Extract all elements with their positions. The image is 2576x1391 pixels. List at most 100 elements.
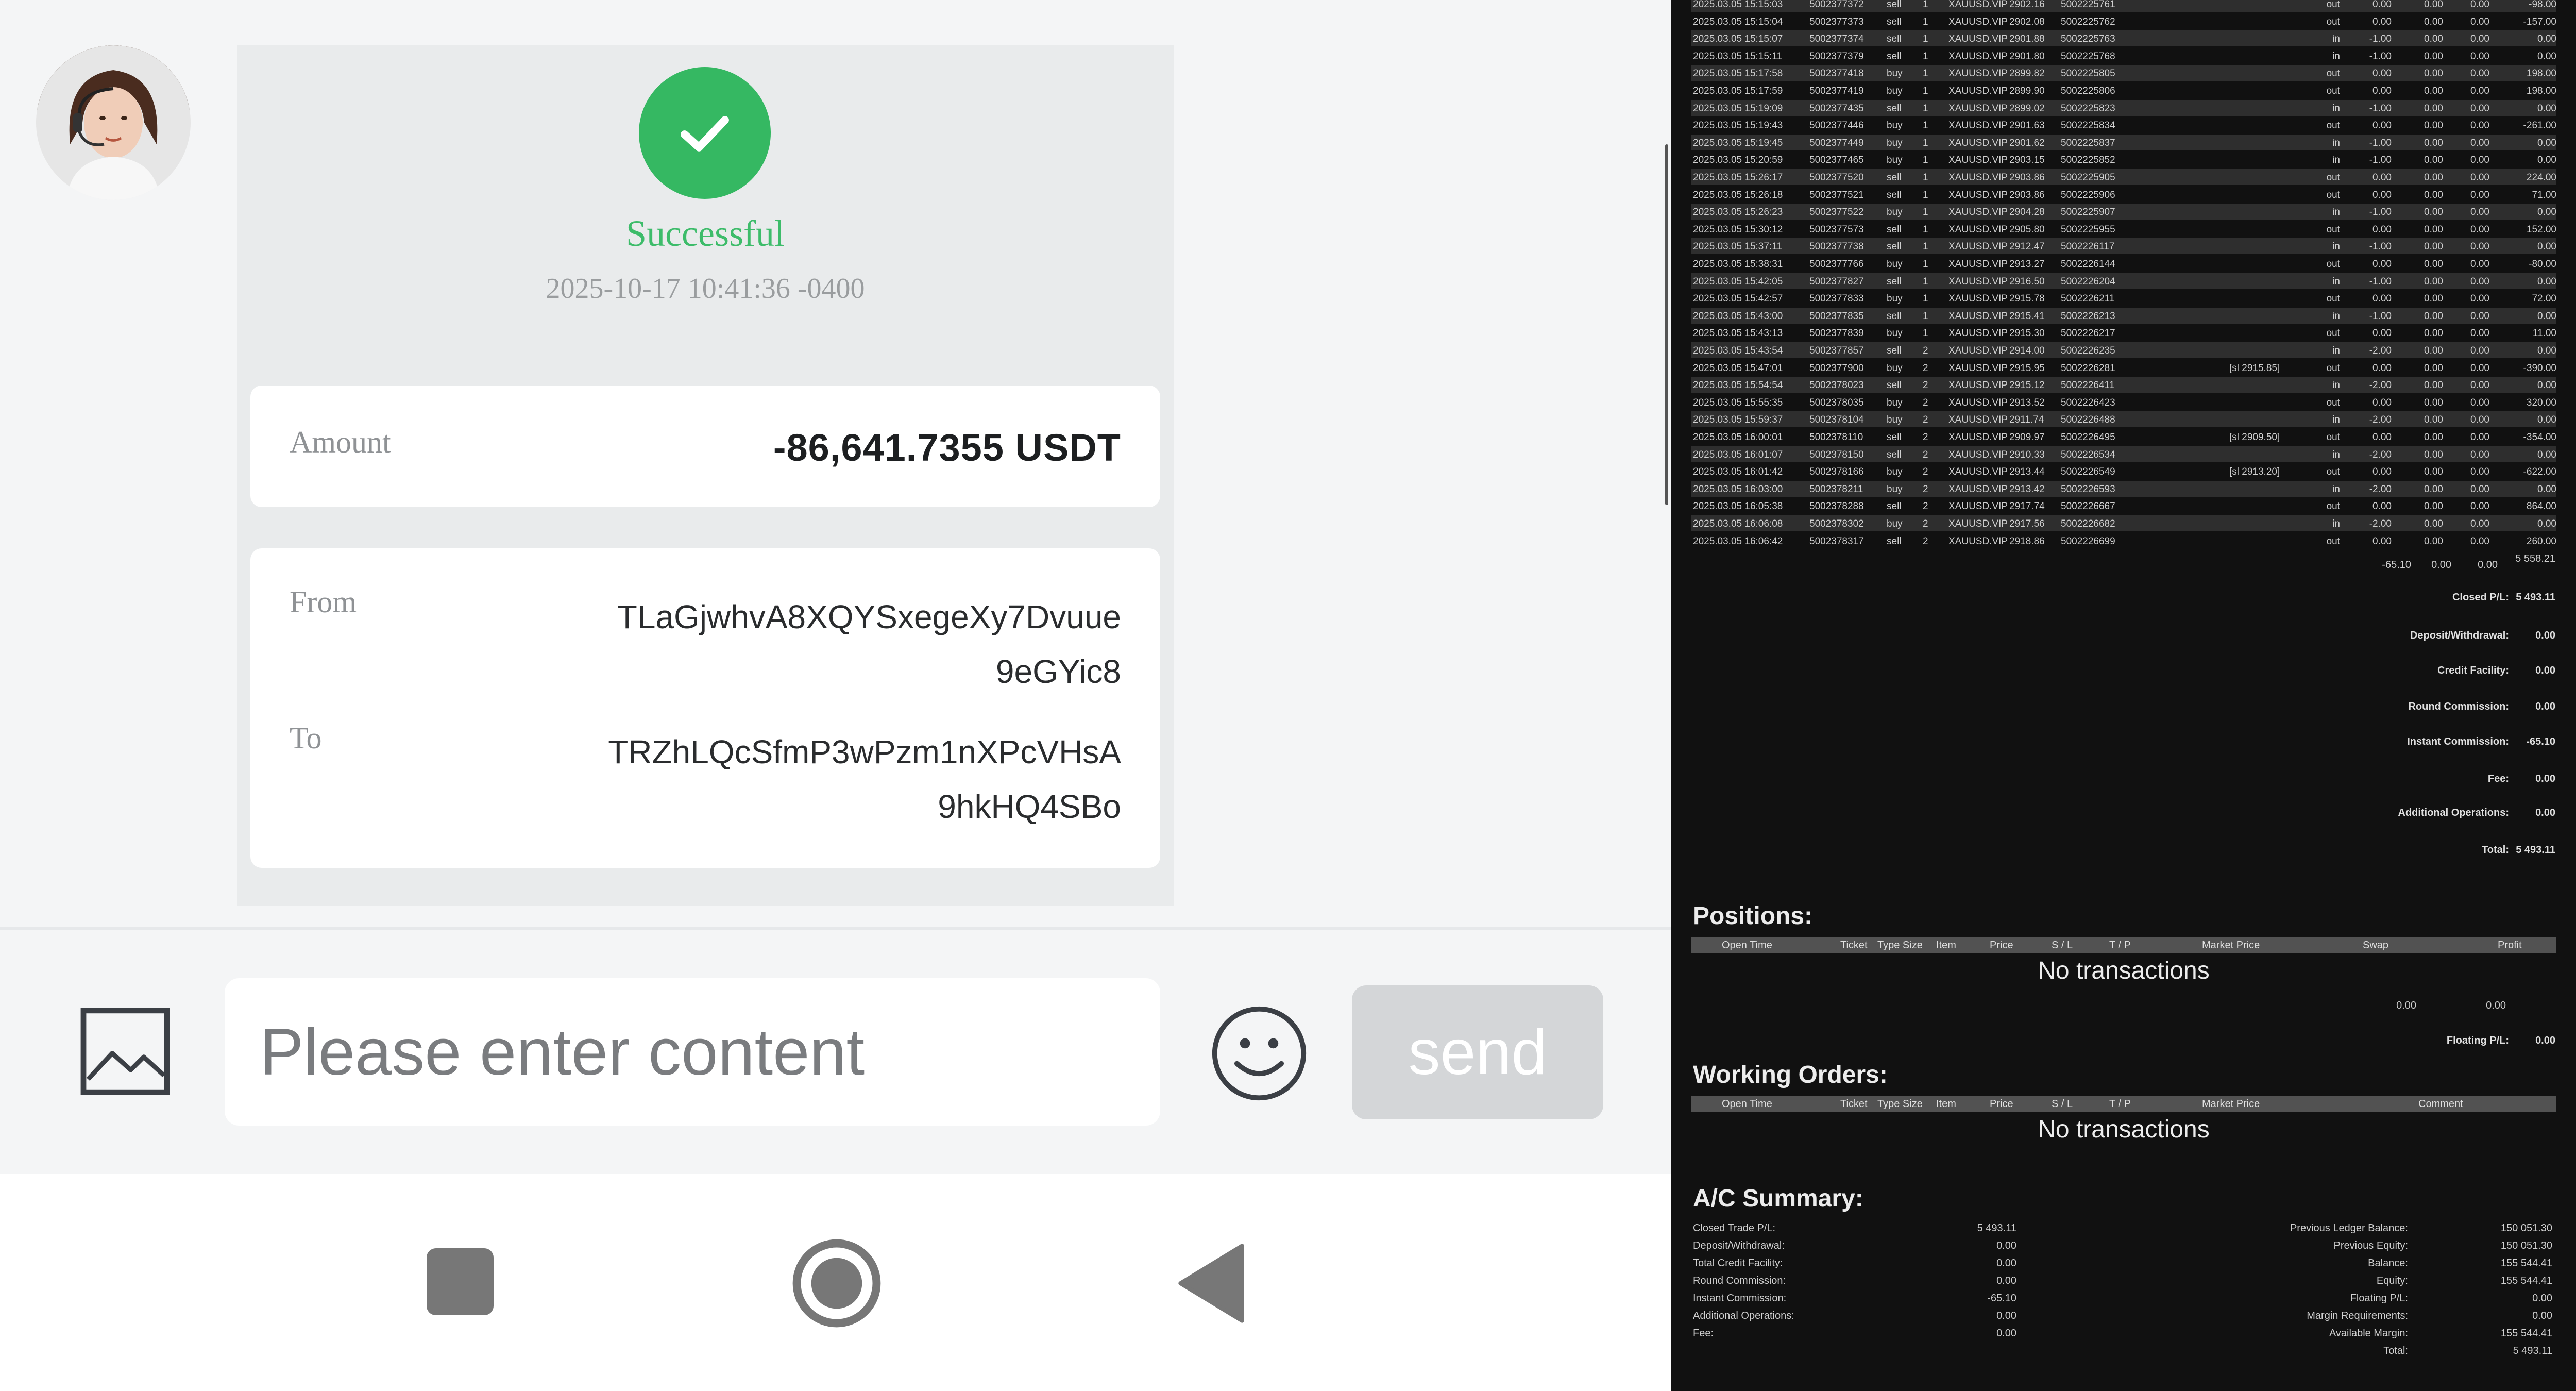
deal-cell: -1.00 xyxy=(2369,155,2392,166)
deal-cell: 2915.95 xyxy=(2009,362,2045,374)
deal-cell: 0.00 xyxy=(2537,380,2556,391)
send-button[interactable]: send xyxy=(1352,985,1603,1119)
image-icon[interactable] xyxy=(77,1005,173,1098)
deal-row: 2025.03.05 15:26:18 5002377521 sell 1 XAUUSD… xyxy=(1691,187,2556,203)
deal-cell: 5002226549 xyxy=(2061,466,2115,478)
deal-row: 2025.03.05 16:03:00 5002378211 buy 2 XAUUSD.… xyxy=(1691,480,2556,497)
scrollbar[interactable] xyxy=(1665,144,1668,505)
deal-cell: 0.00 xyxy=(2372,328,2392,339)
deal-cell: XAUUSD.VIP xyxy=(1948,241,2008,253)
deal-cell: 5002377465 xyxy=(1809,155,1864,166)
closed-summary-value: 0.00 xyxy=(2535,665,2555,676)
status-text: Successful xyxy=(626,213,785,254)
deal-cell: 5002377373 xyxy=(1809,16,1864,27)
deal-cell: XAUUSD.VIP xyxy=(1948,120,2008,131)
deal-cell: 5002377766 xyxy=(1809,259,1864,270)
deal-cell: 5002377573 xyxy=(1809,224,1864,235)
deal-cell: -98.00 xyxy=(2529,0,2556,10)
deal-cell: 5002226495 xyxy=(2061,432,2115,443)
ac-right-label: Previous Ledger Balance: xyxy=(2290,1222,2408,1234)
deal-cell: 5002377738 xyxy=(1809,241,1864,253)
deal-cell: 2911.74 xyxy=(2009,414,2044,426)
working-orders-header-cell: Price xyxy=(1990,1098,2013,1110)
deal-cell: 2 xyxy=(1923,449,1928,460)
deal-cell: 5002378035 xyxy=(1809,397,1864,408)
ac-left-value: 5 493.11 xyxy=(1977,1222,2016,1234)
deal-cell: 5002377835 xyxy=(1809,310,1864,322)
deal-cell: sell xyxy=(1887,345,1902,356)
deal-cell: 2912.47 xyxy=(2009,241,2045,253)
working-orders-header-cell: Ticket xyxy=(1840,1098,1868,1110)
deal-cell: 2916.50 xyxy=(2009,276,2045,287)
deal-cell: 0.00 xyxy=(2537,276,2556,287)
nav-circle-icon[interactable] xyxy=(791,1238,882,1329)
deal-cell: 2025.03.05 15:42:05 xyxy=(1693,276,1783,287)
message-input[interactable] xyxy=(225,978,1160,1126)
deal-cell: 2 xyxy=(1923,397,1928,408)
ac-left-label: Total Credit Facility: xyxy=(1693,1258,1783,1269)
deal-row: 2025.03.05 15:37:11 5002377738 sell 1 XAUUSD… xyxy=(1691,238,2556,255)
deal-cell: 0.00 xyxy=(2372,172,2392,183)
deal-cell: XAUUSD.VIP xyxy=(1948,33,2008,45)
deal-cell: sell xyxy=(1887,51,1902,62)
deal-cell: 5002225906 xyxy=(2061,189,2115,200)
ac-left-value: -65.10 xyxy=(1987,1293,2016,1304)
deal-cell: XAUUSD.VIP xyxy=(1948,172,2008,183)
deal-cell: sell xyxy=(1887,449,1902,460)
deal-cell: XAUUSD.VIP xyxy=(1948,535,2008,547)
deal-cell: buy xyxy=(1887,466,1903,478)
deal-cell: 0.00 xyxy=(2537,155,2556,166)
deal-cell: 0.00 xyxy=(2537,51,2556,62)
deal-cell: XAUUSD.VIP xyxy=(1948,362,2008,374)
deal-cell: 5002377833 xyxy=(1809,293,1864,305)
deal-cell: -622.00 xyxy=(2523,466,2556,478)
deal-cell: 2025.03.05 15:20:59 xyxy=(1693,155,1783,166)
deal-row: 2025.03.05 15:19:43 5002377446 buy 1 XAUUSD.… xyxy=(1691,117,2556,133)
deal-row: 2025.03.05 15:15:07 5002377374 sell 1 XAUUSD… xyxy=(1691,30,2556,47)
deal-cell: 152.00 xyxy=(2526,224,2556,235)
deal-cell: XAUUSD.VIP xyxy=(1948,483,2008,495)
deal-row: 2025.03.05 15:19:45 5002377449 buy 1 XAUUSD.… xyxy=(1691,134,2556,150)
deal-cell: 5002225761 xyxy=(2061,0,2115,10)
deal-cell: XAUUSD.VIP xyxy=(1948,155,2008,166)
ac-right-value: 150 051.30 xyxy=(2500,1240,2552,1251)
ac-right-label: Total: xyxy=(2383,1345,2408,1356)
deal-cell: 5002226204 xyxy=(2061,276,2115,287)
deal-cell: 2904.28 xyxy=(2009,207,2045,218)
deal-cell: 5002377839 xyxy=(1809,328,1864,339)
ac-right-label: Available Margin: xyxy=(2329,1328,2408,1339)
nav-back-icon[interactable] xyxy=(1178,1242,1245,1325)
address-box: From TLaGjwhvA8XQYSxegeXy7Dvuue9eGYic8 T… xyxy=(250,548,1160,868)
deal-cell: 72.00 xyxy=(2532,293,2556,305)
deal-cell: sell xyxy=(1887,501,1902,512)
deal-cell: 5002225955 xyxy=(2061,224,2115,235)
deal-cell: XAUUSD.VIP xyxy=(1948,310,2008,322)
nav-square-icon[interactable] xyxy=(427,1248,494,1315)
ac-right-label: Equity: xyxy=(2376,1275,2408,1286)
deal-cell: -1.00 xyxy=(2369,137,2392,148)
deal-cell: -1.00 xyxy=(2369,103,2392,114)
deal-cell: 5002226144 xyxy=(2061,259,2115,270)
deal-cell: 2913.27 xyxy=(2009,259,2045,270)
deal-row: 2025.03.05 15:43:13 5002377839 buy 1 XAUUSD.… xyxy=(1691,325,2556,341)
deal-cell: [sl 2909.50] xyxy=(2229,432,2280,443)
deal-cell: 5002226682 xyxy=(2061,518,2115,529)
deal-cell: -1.00 xyxy=(2369,207,2392,218)
deal-cell: 0.00 xyxy=(2372,224,2392,235)
positions-header-cell: Ticket xyxy=(1840,940,1868,951)
avatar[interactable] xyxy=(36,45,191,200)
closed-summary-label: Total: xyxy=(2482,844,2509,856)
deal-cell: 1 xyxy=(1923,241,1928,253)
deal-cell: 0.00 xyxy=(2372,189,2392,200)
deal-cell: 1 xyxy=(1923,224,1928,235)
deal-cell: 5002377520 xyxy=(1809,172,1864,183)
emoji-icon[interactable] xyxy=(1209,1003,1310,1104)
deal-cell: 2 xyxy=(1923,483,1928,495)
deal-cell: 0.00 xyxy=(2372,16,2392,27)
deal-cell: 2902.16 xyxy=(2009,0,2045,10)
deal-cell: 0.00 xyxy=(2537,310,2556,322)
deal-cell: 2025.03.05 15:26:18 xyxy=(1693,189,1783,200)
deal-cell: XAUUSD.VIP xyxy=(1948,449,2008,460)
deal-cell: 5002378211 xyxy=(1809,483,1863,495)
positions-header-cell: Item xyxy=(1936,940,1956,951)
